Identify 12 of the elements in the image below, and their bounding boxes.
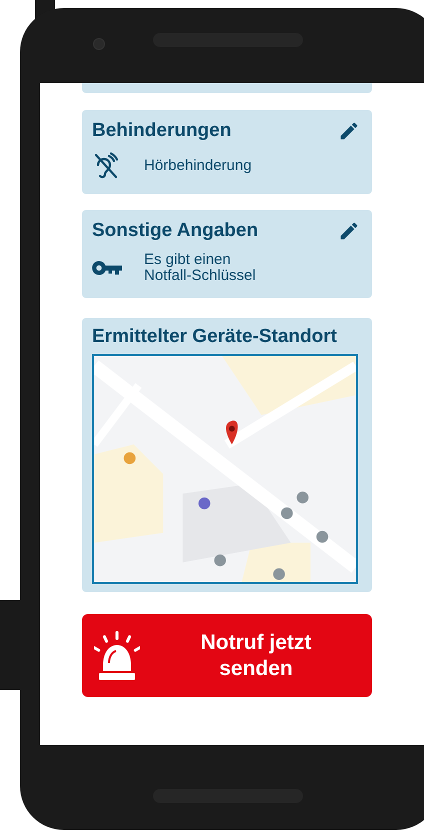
edit-icon[interactable] xyxy=(338,120,360,142)
edit-icon[interactable] xyxy=(338,220,360,242)
key-icon xyxy=(92,260,122,276)
hearing-off-icon xyxy=(92,152,120,180)
card-text: Es gibt einen Notfall-Schlüssel xyxy=(144,252,256,284)
camera-icon xyxy=(93,38,105,50)
card-text: Hörbehinderung xyxy=(144,158,252,174)
card-title: Sonstige Angaben xyxy=(92,220,258,242)
card-title: Ermittelter Geräte-Standort xyxy=(92,326,337,347)
card-title: Behinderungen xyxy=(92,120,232,142)
siren-icon xyxy=(94,628,140,682)
emergency-call-button[interactable]: Notruf jetzt senden xyxy=(82,614,372,697)
